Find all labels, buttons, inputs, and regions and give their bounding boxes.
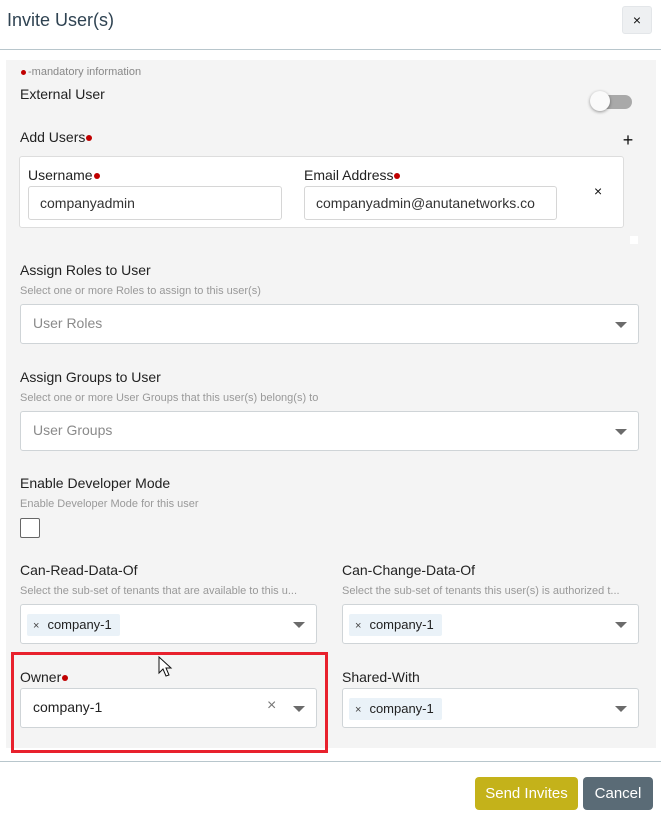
- can-change-select[interactable]: × company-1: [342, 604, 639, 644]
- add-user-button[interactable]: +: [620, 130, 636, 151]
- groups-hint: Select one or more User Groups that this…: [20, 392, 319, 404]
- close-button[interactable]: ×: [622, 6, 652, 34]
- toggle-knob: [590, 91, 610, 111]
- chip-remove-icon[interactable]: ×: [355, 620, 361, 632]
- can-change-hint: Select the sub-set of tenants this user(…: [342, 585, 620, 597]
- chevron-down-icon: [293, 622, 305, 628]
- chevron-down-icon: [615, 322, 627, 328]
- email-label: Email Address: [304, 167, 401, 183]
- required-marker-icon: [394, 173, 401, 180]
- external-user-toggle[interactable]: [590, 91, 632, 111]
- resize-handle: [630, 236, 638, 244]
- username-label: Username: [28, 167, 100, 183]
- required-marker-icon: [86, 135, 93, 142]
- email-input[interactable]: companyadmin@anutanetworks.co: [304, 186, 557, 220]
- can-read-label: Can-Read-Data-Of: [20, 562, 138, 578]
- external-user-label: External User: [20, 86, 105, 102]
- cancel-button[interactable]: Cancel: [583, 777, 653, 810]
- roles-placeholder: User Roles: [33, 315, 103, 331]
- mouse-pointer-icon: [158, 656, 173, 677]
- can-read-select[interactable]: × company-1: [20, 604, 317, 644]
- groups-select[interactable]: User Groups: [20, 411, 639, 451]
- chevron-down-icon: [615, 706, 627, 712]
- can-read-chip: × company-1: [27, 614, 120, 636]
- roles-hint: Select one or more Roles to assign to th…: [20, 285, 261, 297]
- required-marker-icon: [93, 173, 100, 180]
- remove-user-button[interactable]: ×: [594, 183, 602, 199]
- can-change-label: Can-Change-Data-Of: [342, 562, 476, 578]
- add-users-label: Add Users: [20, 129, 93, 145]
- footer-divider: [0, 761, 661, 762]
- roles-label: Assign Roles to User: [20, 262, 151, 278]
- developer-mode-hint: Enable Developer Mode for this user: [20, 498, 199, 510]
- groups-label: Assign Groups to User: [20, 369, 161, 385]
- groups-placeholder: User Groups: [33, 422, 113, 438]
- can-read-hint: Select the sub-set of tenants that are a…: [20, 585, 297, 597]
- roles-select[interactable]: User Roles: [20, 304, 639, 344]
- chevron-down-icon: [615, 622, 627, 628]
- shared-with-label: Shared-With: [342, 669, 420, 685]
- chip-remove-icon[interactable]: ×: [355, 704, 361, 716]
- required-marker-icon: [21, 69, 26, 75]
- username-input[interactable]: companyadmin: [28, 186, 282, 220]
- shared-with-select[interactable]: × company-1: [342, 688, 639, 728]
- chip-remove-icon[interactable]: ×: [33, 620, 39, 632]
- developer-mode-label: Enable Developer Mode: [20, 475, 171, 491]
- shared-with-chip: × company-1: [349, 698, 442, 720]
- send-invites-button[interactable]: Send Invites: [475, 777, 578, 810]
- dialog-header: Invite User(s) ×: [0, 0, 661, 50]
- can-change-chip: × company-1: [349, 614, 442, 636]
- mandatory-note: -mandatory information: [21, 66, 141, 78]
- dialog-title: Invite User(s): [7, 10, 115, 30]
- chevron-down-icon: [615, 429, 627, 435]
- developer-mode-checkbox[interactable]: [20, 518, 40, 538]
